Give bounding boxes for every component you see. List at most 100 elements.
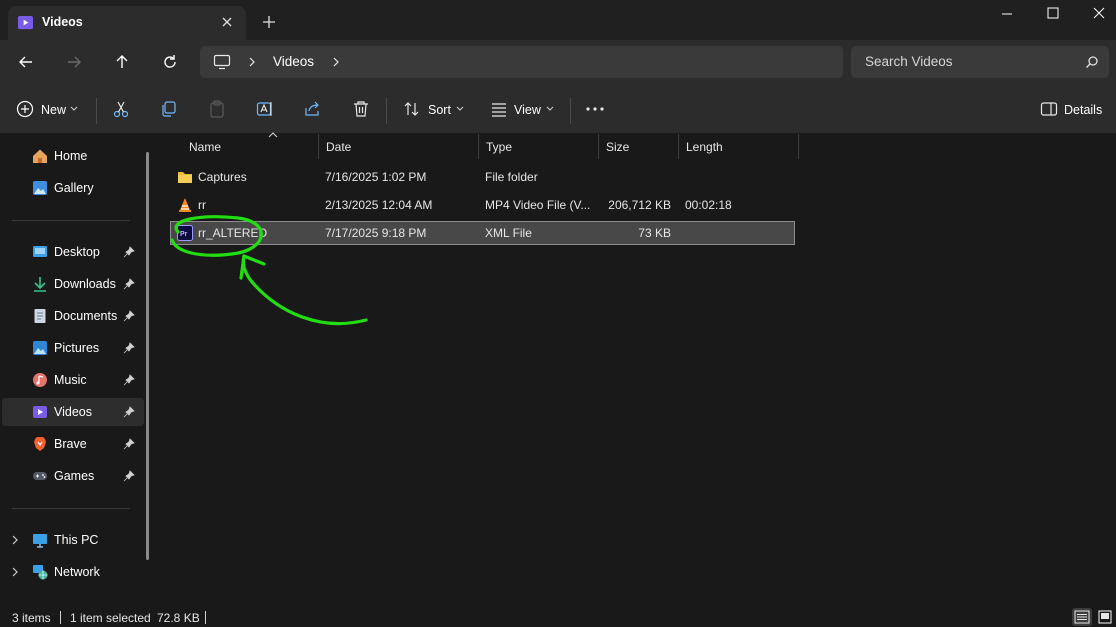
view-label: View <box>514 103 541 117</box>
copy-button[interactable] <box>160 99 180 121</box>
status-divider <box>205 611 206 624</box>
folder-icon <box>178 172 192 183</box>
pin-icon <box>123 470 135 482</box>
minimize-icon[interactable] <box>996 4 1018 22</box>
sidebar-item-music[interactable]: Music <box>2 366 144 394</box>
search-icon <box>1086 56 1098 68</box>
chevron-right-icon[interactable] <box>10 535 20 545</box>
file-type: MP4 Video File (V... <box>485 198 591 212</box>
column-header-label: Size <box>606 140 630 154</box>
network-icon <box>33 565 48 580</box>
tab-videos[interactable]: Videos <box>8 6 246 40</box>
column-header-label: Name <box>189 140 222 154</box>
command-bar: New Sort View Details <box>0 86 1116 134</box>
sidebar-item-home[interactable]: Home <box>2 142 144 170</box>
this-pc-icon <box>33 534 47 548</box>
details-label: Details <box>1064 103 1103 117</box>
column-header-size[interactable]: Size <box>599 134 679 159</box>
sidebar-item-label: Gallery <box>54 181 94 195</box>
file-list: Name Date Type Size Length Captures 7/16… <box>158 132 1116 605</box>
search-input[interactable]: Search Videos <box>865 54 953 69</box>
chevron-right-icon[interactable] <box>10 567 20 577</box>
column-divider[interactable] <box>798 134 799 159</box>
file-date: 2/13/2025 12:04 AM <box>325 198 433 212</box>
tiles-view-button[interactable] <box>1095 608 1115 626</box>
view-button[interactable]: View <box>490 99 556 121</box>
sidebar-item-this-pc[interactable]: This PC <box>2 526 144 554</box>
sort-ascending-icon <box>268 132 278 138</box>
details-view-icon <box>1074 610 1090 624</box>
paste-button[interactable] <box>208 99 228 121</box>
delete-button[interactable] <box>352 99 372 121</box>
share-button[interactable] <box>304 99 324 121</box>
chevron-right-icon[interactable] <box>331 56 341 68</box>
breadcrumb-videos[interactable]: Videos <box>273 54 314 69</box>
chevron-right-icon[interactable] <box>247 56 257 68</box>
refresh-icon[interactable] <box>160 52 180 72</box>
sidebar-item-label: This PC <box>54 533 99 547</box>
sort-button[interactable]: Sort <box>403 99 465 121</box>
back-icon[interactable] <box>16 52 36 72</box>
vlc-icon <box>179 198 191 212</box>
sidebar-item-label: Videos <box>54 405 92 419</box>
column-header-name[interactable]: Name <box>182 132 319 159</box>
file-name: rr_ALTERED <box>198 226 268 240</box>
paste-icon <box>210 100 224 118</box>
sidebar-item-label: Brave <box>54 437 87 451</box>
sort-icon <box>404 102 419 116</box>
premiere-pro-icon: Pr <box>177 225 193 241</box>
maximize-icon[interactable] <box>1042 4 1064 22</box>
rename-button[interactable] <box>256 99 276 121</box>
sidebar-item-pictures[interactable]: Pictures <box>2 334 144 362</box>
up-icon[interactable] <box>112 52 132 72</box>
search-box[interactable]: Search Videos <box>851 46 1109 78</box>
column-header-length[interactable]: Length <box>679 134 799 159</box>
file-name: Captures <box>198 170 247 184</box>
sidebar-item-label: Games <box>54 469 95 483</box>
sidebar-item-gallery[interactable]: Gallery <box>2 174 144 202</box>
table-row-selected[interactable]: Pr rr_ALTERED 7/17/2025 9:18 PM XML File… <box>170 221 795 245</box>
forward-icon[interactable] <box>64 52 84 72</box>
table-row[interactable]: rr 2/13/2025 12:04 AM MP4 Video File (V.… <box>170 193 795 217</box>
sidebar-item-brave[interactable]: Brave <box>2 430 144 458</box>
details-pane-button[interactable]: Details <box>1040 99 1104 121</box>
more-options-button[interactable] <box>585 99 605 121</box>
file-size: 73 KB <box>638 226 671 240</box>
new-button[interactable]: New <box>16 99 80 121</box>
desktop-icon <box>33 246 47 257</box>
navigation-bar: Videos Search Videos <box>0 40 1116 86</box>
sidebar-item-label: Pictures <box>54 341 100 355</box>
svg-text:Pr: Pr <box>180 231 188 238</box>
pin-icon <box>123 342 135 354</box>
chevron-down-icon <box>546 106 554 111</box>
file-date: 7/16/2025 1:02 PM <box>325 170 427 184</box>
tiles-view-icon <box>1098 610 1112 624</box>
file-length: 00:02:18 <box>685 198 732 212</box>
address-bar[interactable]: Videos <box>200 46 843 78</box>
documents-icon <box>34 309 46 323</box>
share-icon <box>305 101 319 116</box>
close-icon[interactable] <box>1088 4 1110 22</box>
close-tab-icon[interactable] <box>218 13 236 31</box>
column-header-date[interactable]: Date <box>319 134 479 159</box>
sidebar-item-videos[interactable]: Videos <box>2 398 144 426</box>
details-pane-icon <box>1040 102 1058 116</box>
sidebar-scrollbar[interactable] <box>146 152 149 560</box>
tab-title: Videos <box>42 15 83 29</box>
pin-icon <box>123 438 135 450</box>
this-pc-icon[interactable] <box>213 54 231 70</box>
sidebar-item-desktop[interactable]: Desktop <box>2 238 144 266</box>
sidebar-item-documents[interactable]: Documents <box>2 302 144 330</box>
sidebar-item-network[interactable]: Network <box>2 558 144 586</box>
cut-button[interactable] <box>112 99 132 121</box>
gallery-icon <box>33 181 47 195</box>
table-row[interactable]: Captures 7/16/2025 1:02 PM File folder <box>170 165 795 189</box>
column-header-type[interactable]: Type <box>479 134 599 159</box>
delete-icon <box>354 101 368 117</box>
sidebar-item-downloads[interactable]: Downloads <box>2 270 144 298</box>
details-view-button[interactable] <box>1072 608 1092 626</box>
new-tab-icon[interactable] <box>260 13 278 31</box>
videos-icon <box>33 406 47 418</box>
pictures-icon <box>33 341 47 355</box>
sidebar-item-games[interactable]: Games <box>2 462 144 490</box>
